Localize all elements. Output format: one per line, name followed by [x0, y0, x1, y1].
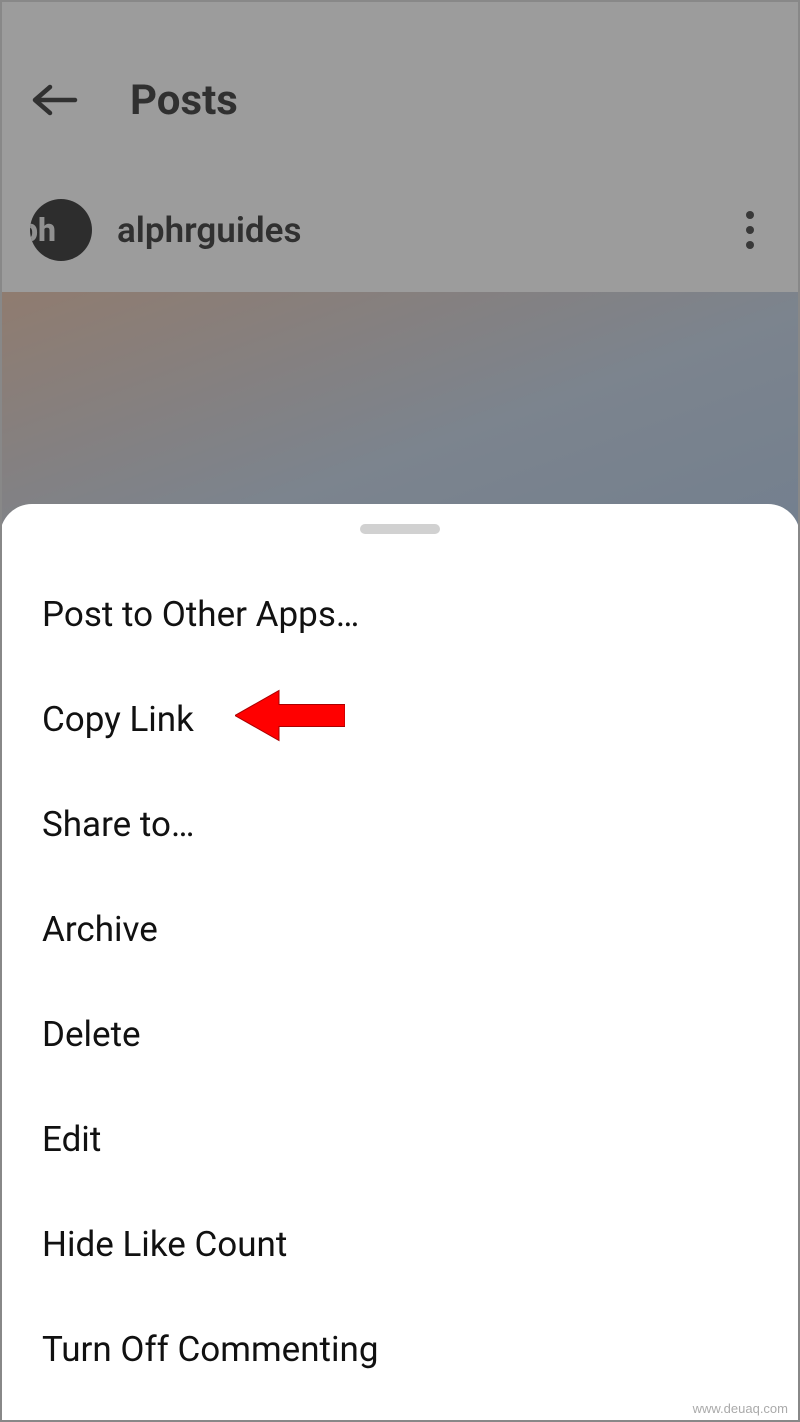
menu-item-label: Share to…: [42, 804, 194, 845]
menu-item-label: Post to Other Apps…: [42, 594, 359, 635]
menu-item-copy-link[interactable]: Copy Link: [0, 667, 800, 772]
menu-item-label: Delete: [42, 1014, 141, 1055]
menu-item-label: Copy Link: [42, 699, 194, 740]
menu-item-label: Archive: [42, 909, 158, 950]
menu-item-hide-like-count[interactable]: Hide Like Count: [0, 1192, 800, 1297]
menu-item-archive[interactable]: Archive: [0, 877, 800, 982]
menu-item-turn-off-commenting[interactable]: Turn Off Commenting: [0, 1297, 800, 1402]
menu-item-label: Edit: [42, 1119, 101, 1160]
annotation-arrow-icon: [235, 682, 345, 757]
bottom-sheet: Post to Other Apps… Copy Link Share to… …: [0, 504, 800, 1422]
menu-item-delete[interactable]: Delete: [0, 982, 800, 1087]
watermark: www.deuaq.com: [693, 1401, 788, 1416]
menu-item-share-to[interactable]: Share to…: [0, 772, 800, 877]
menu-item-edit[interactable]: Edit: [0, 1087, 800, 1192]
menu-item-label: Turn Off Commenting: [42, 1329, 378, 1370]
menu-item-post-to-other-apps[interactable]: Post to Other Apps…: [0, 562, 800, 667]
menu-item-label: Hide Like Count: [42, 1224, 287, 1265]
drag-handle[interactable]: [360, 524, 440, 534]
